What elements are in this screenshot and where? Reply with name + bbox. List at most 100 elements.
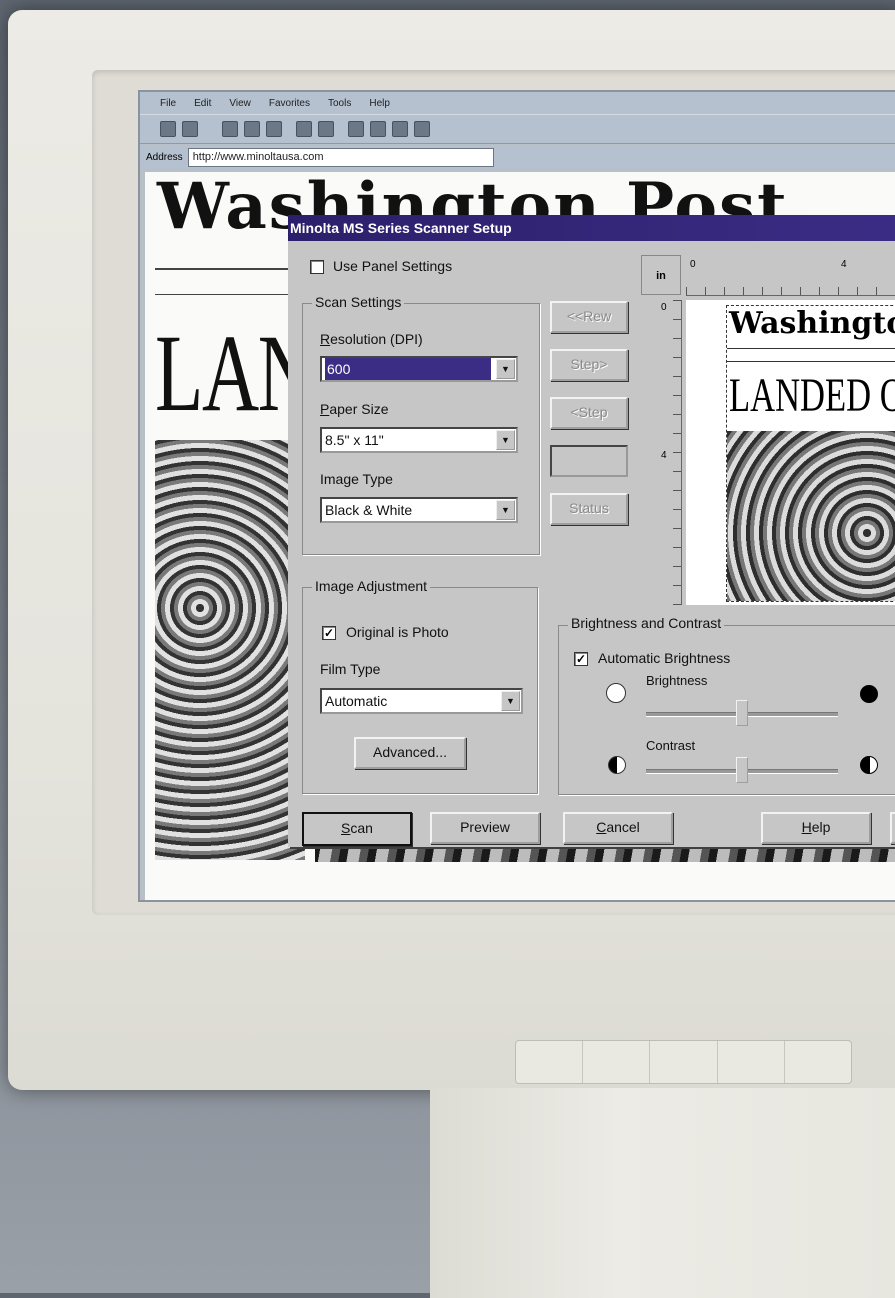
brightness-high-icon — [860, 685, 878, 703]
divider — [727, 361, 895, 362]
menu-tools[interactable]: Tools — [328, 98, 351, 109]
ruler-unit: in — [641, 255, 681, 295]
image-type-label: Image Type — [320, 471, 393, 487]
brightness-label: Brightness — [646, 673, 708, 688]
monitor-button — [583, 1041, 651, 1083]
scan-selection-frame[interactable]: Washington LANDED O — [726, 305, 895, 602]
ruler-left-tick-label: 0 — [661, 302, 667, 313]
chevron-down-icon[interactable]: ▼ — [501, 691, 520, 711]
monitor-button — [785, 1041, 851, 1083]
address-label: Address — [146, 151, 183, 163]
cancel-mnemonic: C — [596, 819, 607, 835]
automatic-brightness-label: Automatic Brightness — [598, 650, 731, 666]
extra-button[interactable] — [890, 812, 895, 844]
chevron-down-icon[interactable]: ▼ — [496, 359, 515, 379]
monitor-button — [516, 1041, 584, 1083]
menu-edit[interactable]: Edit — [194, 98, 211, 109]
preview-headline: LANDED O — [729, 369, 895, 422]
use-panel-settings-label: Use Panel Settings — [333, 258, 453, 274]
scan-mnemonic: S — [341, 820, 351, 836]
mail-icon[interactable] — [348, 121, 364, 137]
help-button[interactable]: Help — [761, 812, 871, 844]
preview-button[interactable]: Preview — [430, 812, 540, 844]
resolution-value: 600 — [325, 358, 492, 380]
original-is-photo-label: Original is Photo — [346, 624, 449, 640]
monitor-button — [718, 1041, 785, 1083]
image-type-select[interactable]: Black & White ▼ — [320, 497, 518, 523]
browser-menubar: File Edit View Favorites Tools Help — [140, 92, 895, 114]
refresh-icon[interactable] — [244, 121, 260, 137]
stop-icon[interactable] — [222, 121, 238, 137]
discuss-icon[interactable] — [414, 121, 430, 137]
contrast-high-icon — [860, 756, 878, 774]
print-icon[interactable] — [370, 121, 386, 137]
paper-size-select[interactable]: 8.5" x 11" ▼ — [320, 427, 518, 453]
menu-help[interactable]: Help — [369, 98, 390, 109]
newspaper-photo — [155, 440, 305, 860]
ruler-left: 0 4 — [641, 300, 682, 605]
help-label-rest: elp — [811, 819, 831, 835]
use-panel-settings-checkbox[interactable] — [310, 260, 324, 274]
resolution-select[interactable]: 600 ▼ — [320, 356, 518, 382]
ruler-left-tick-label: 4 — [661, 450, 667, 461]
scanner-setup-dialog: Minolta MS Series Scanner Setup Use Pane… — [288, 215, 895, 847]
monitor-stand — [430, 1088, 895, 1298]
paper-size-label: Paper Size — [320, 401, 389, 417]
image-type-value: Black & White — [325, 502, 413, 518]
address-input[interactable]: http://www.minoltausa.com — [187, 147, 494, 167]
preview-panel: in 0 4 0 4 Washington LANDED O — [641, 255, 895, 607]
dialog-title: Minolta MS Series Scanner Setup — [288, 215, 895, 241]
back-icon[interactable] — [160, 121, 176, 137]
forward-icon[interactable] — [182, 121, 198, 137]
cancel-button[interactable]: Cancel — [563, 812, 673, 844]
brightness-low-icon — [606, 683, 626, 703]
advanced-button[interactable]: Advanced... — [354, 737, 466, 769]
edit-icon[interactable] — [392, 121, 408, 137]
brightness-contrast-title: Brightness and Contrast — [568, 615, 725, 631]
ruler-top: 0 4 — [686, 255, 895, 296]
automatic-brightness-checkbox[interactable]: ✓ — [574, 652, 588, 666]
scan-settings-title: Scan Settings — [312, 294, 405, 310]
paper-size-label-text: aper Size — [329, 401, 389, 417]
home-icon[interactable] — [266, 121, 282, 137]
contrast-label: Contrast — [646, 738, 696, 753]
address-bar: Address http://www.minoltausa.com — [140, 145, 895, 169]
resolution-label-text: esolution (DPI) — [330, 331, 423, 347]
chevron-down-icon[interactable]: ▼ — [496, 430, 515, 450]
scan-button[interactable]: Scan — [302, 812, 412, 846]
chevron-down-icon[interactable]: ▼ — [496, 500, 515, 520]
ruler-top-tick-label: 4 — [841, 259, 847, 270]
preview-masthead: Washington — [729, 306, 895, 341]
menu-favorites[interactable]: Favorites — [269, 98, 310, 109]
divider — [155, 294, 295, 295]
menu-file[interactable]: File — [160, 98, 176, 109]
frame-counter-field — [550, 445, 628, 477]
menu-view[interactable]: View — [229, 98, 251, 109]
browser-toolbar — [140, 114, 895, 144]
paper-size-value: 8.5" x 11" — [325, 432, 384, 448]
film-type-value: Automatic — [325, 693, 388, 709]
brightness-slider-thumb[interactable] — [736, 700, 748, 726]
preview-canvas[interactable]: Washington LANDED O — [686, 300, 895, 605]
scan-label-rest: can — [350, 820, 373, 836]
film-type-select[interactable]: Automatic ▼ — [320, 688, 523, 714]
film-type-label: Film Type — [320, 661, 381, 677]
monitor-control-strip — [515, 1040, 852, 1084]
monitor-button — [650, 1041, 718, 1083]
ruler-top-tick-label: 0 — [690, 259, 696, 270]
contrast-low-icon — [608, 756, 626, 774]
divider — [727, 348, 895, 349]
divider — [155, 268, 295, 270]
image-adjustment-title: Image Adjustment — [312, 578, 431, 594]
rewind-button[interactable]: <<Rew — [550, 301, 628, 333]
contrast-slider-thumb[interactable] — [736, 757, 748, 783]
status-button[interactable]: Status — [550, 493, 628, 525]
original-is-photo-checkbox[interactable]: ✓ — [322, 626, 336, 640]
paper-size-mnemonic: P — [320, 401, 330, 417]
search-icon[interactable] — [296, 121, 312, 137]
favorites-icon[interactable] — [318, 121, 334, 137]
cancel-label-rest: ancel — [606, 819, 640, 835]
step-back-button[interactable]: <Step — [550, 397, 628, 429]
step-forward-button[interactable]: Step> — [550, 349, 628, 381]
resolution-label: Resolution (DPI) — [320, 331, 423, 347]
